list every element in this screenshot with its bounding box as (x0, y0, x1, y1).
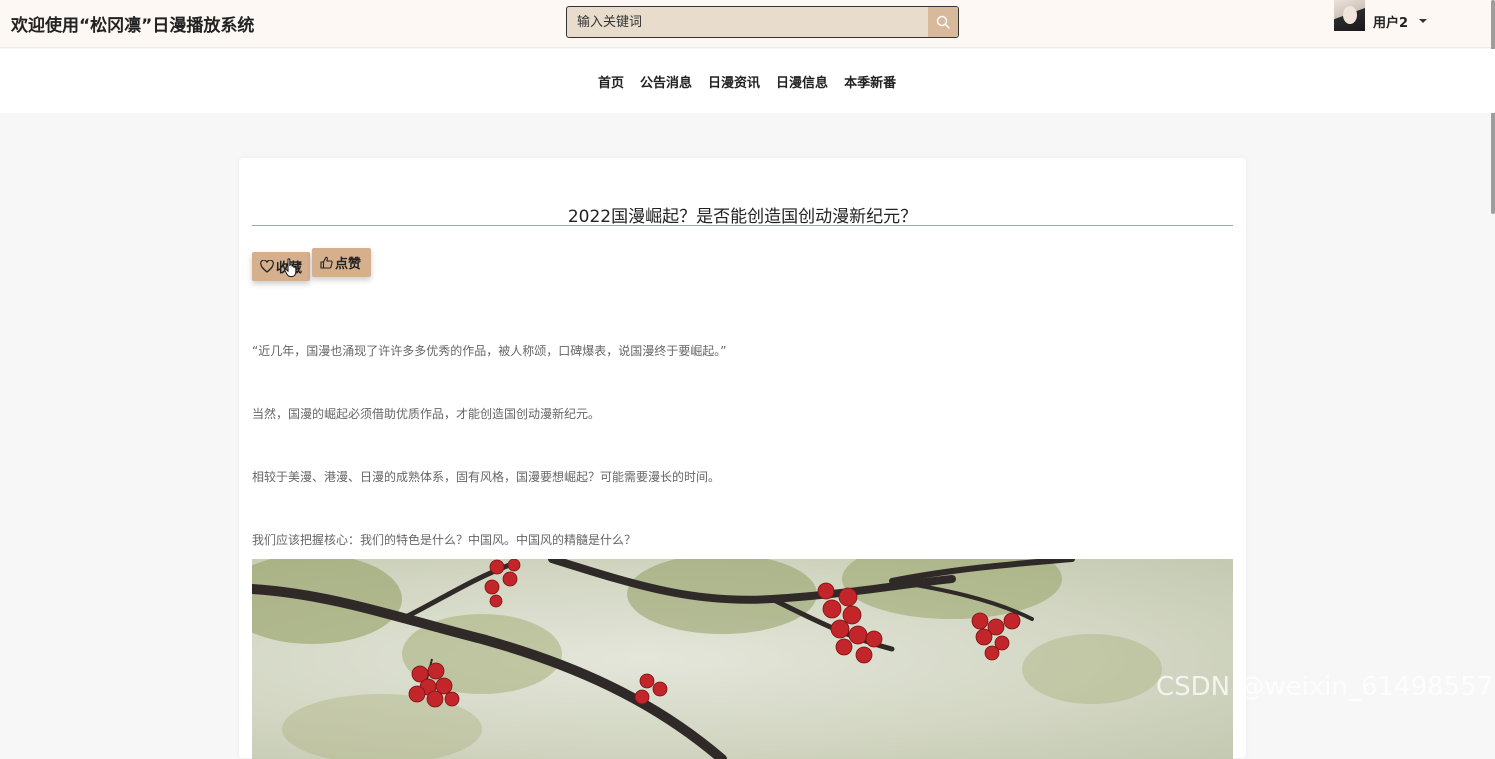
search-button[interactable] (928, 7, 958, 37)
article-paragraph: 当然，国漫的崛起必须借助优质作品，才能创造国创动漫新纪元。 (252, 407, 601, 421)
avatar-face (1343, 6, 1357, 24)
nav-item-anime-info[interactable]: 日漫信息 (776, 72, 828, 91)
hand-cursor-icon (284, 258, 297, 278)
nav-item-new-season[interactable]: 本季新番 (844, 72, 896, 91)
top-header: 欢迎使用“松冈凛”日漫播放系统 用户2 (0, 0, 1495, 48)
main-nav: 首页 公告消息 日漫资讯 日漫信息 本季新番 (0, 49, 1495, 113)
article-paragraph: 相较于美漫、港漫、日漫的成熟体系，固有风格，国漫要想崛起？可能需要漫长的时间。 (252, 470, 721, 484)
username[interactable]: 用户2 (1373, 12, 1408, 31)
site-title: 欢迎使用“松冈凛”日漫播放系统 (11, 16, 255, 36)
article-paragraph: 我们应该把握核心：我们的特色是什么？中国风。中国风的精髓是什么？ (252, 533, 637, 547)
thumbs-up-icon (320, 256, 333, 269)
search-input[interactable] (567, 7, 929, 37)
article-title: 2022国漫崛起？是否能创造国创动漫新纪元？ (567, 207, 918, 227)
nav-item-anime-news[interactable]: 日漫资讯 (708, 72, 760, 91)
article-paragraph: “近几年，国漫也涌现了许许多多优秀的作品，被人称颂，口碑爆表，说国漫终于要崛起。… (252, 344, 727, 358)
chevron-down-icon[interactable] (1419, 19, 1427, 23)
article-image (252, 559, 1233, 759)
avatar[interactable] (1334, 0, 1365, 31)
title-divider (252, 225, 1233, 226)
nav-item-home[interactable]: 首页 (598, 72, 624, 91)
search-box (566, 6, 959, 38)
favorite-button[interactable]: 收藏 (252, 252, 310, 281)
search-icon (936, 15, 950, 29)
branch-berries-illustration (252, 559, 1162, 759)
like-button[interactable]: 点赞 (312, 248, 371, 277)
like-label: 点赞 (335, 257, 362, 272)
nav-item-announcements[interactable]: 公告消息 (640, 72, 692, 91)
article-card: 2022国漫崛起？是否能创造国创动漫新纪元？ 收藏 点赞 “近几年，国漫也涌现了… (239, 158, 1246, 759)
heart-icon (260, 260, 274, 273)
watermark: CSDN @weixin_61498557 (1156, 672, 1494, 702)
